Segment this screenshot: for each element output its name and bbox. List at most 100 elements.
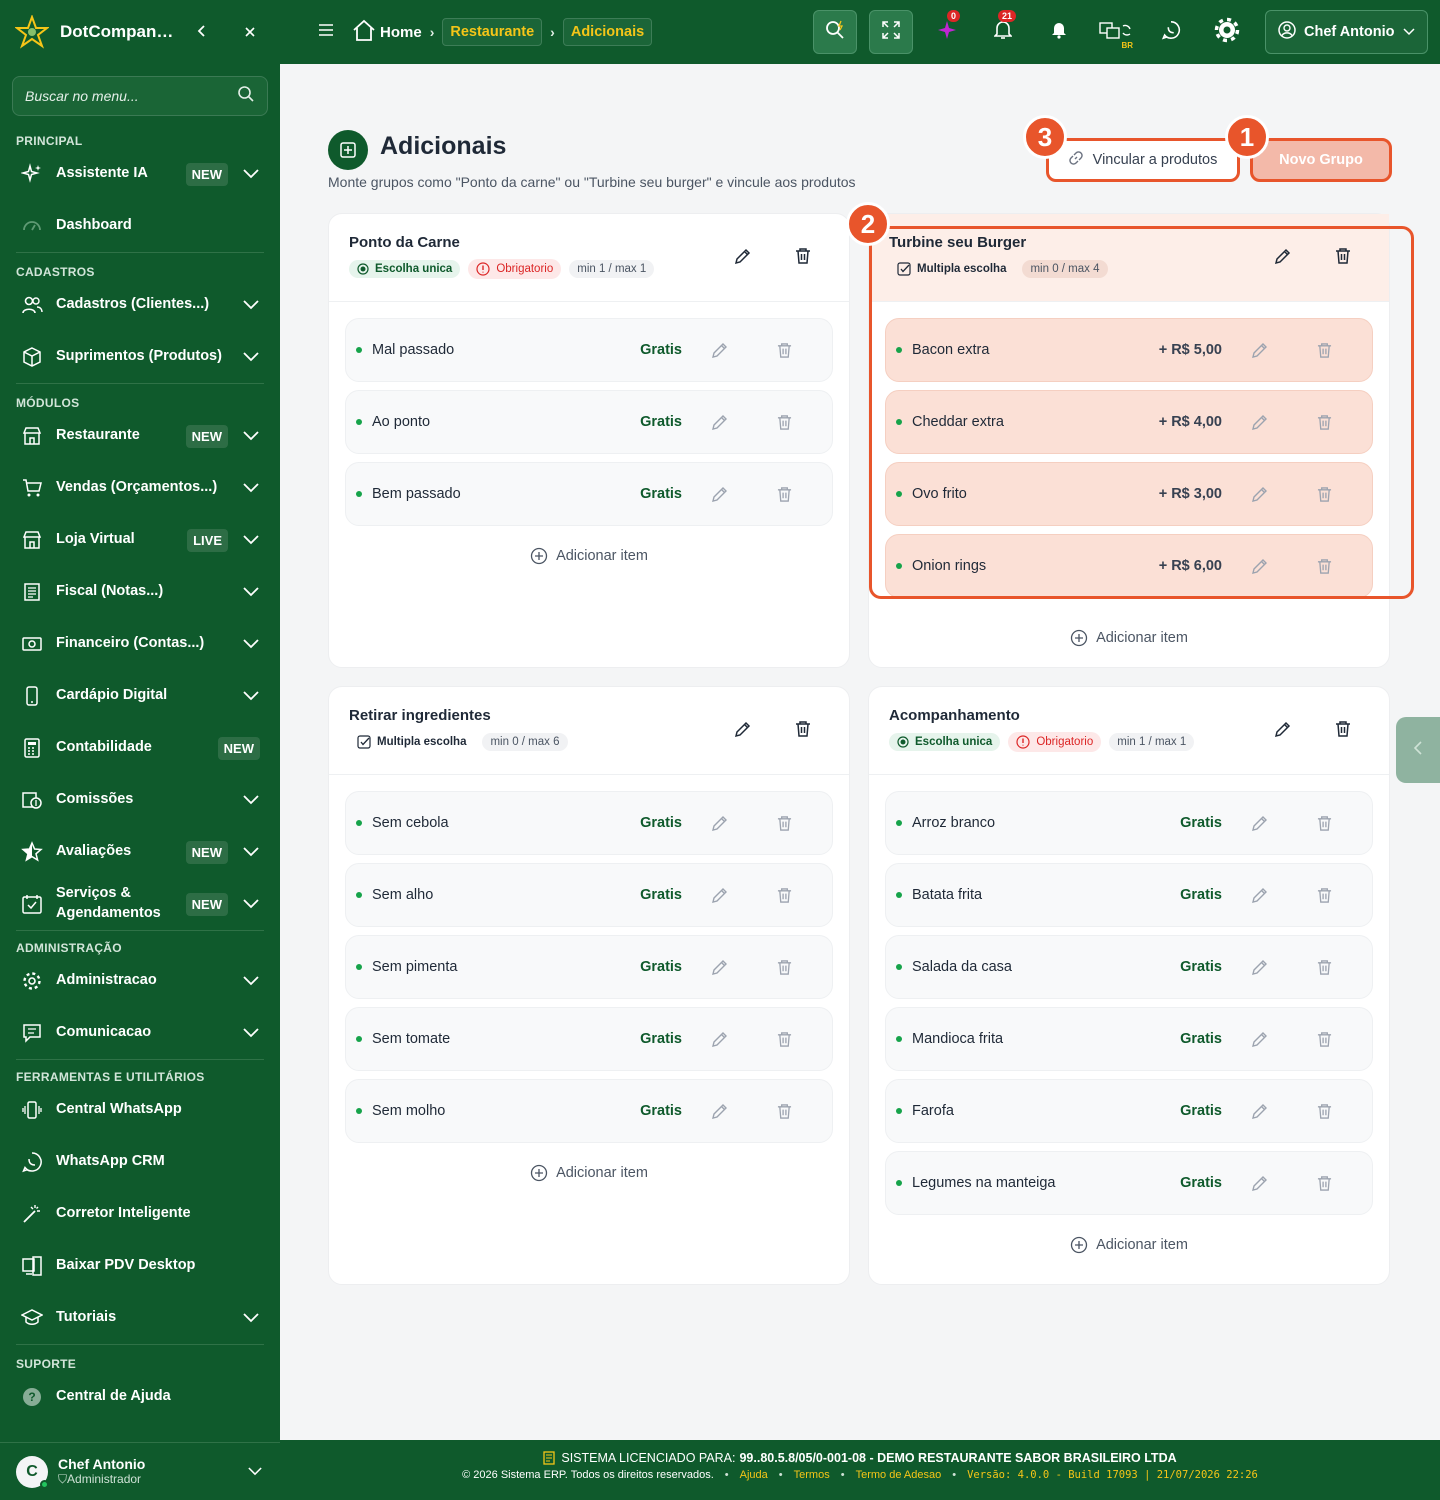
chevron-down-icon[interactable]: [242, 791, 260, 809]
delete-item-button[interactable]: [1312, 1171, 1336, 1195]
sidebar-item-contabilidade[interactable]: Contabilidade NEW: [0, 722, 280, 774]
notifications-button[interactable]: 21: [981, 10, 1025, 54]
menu-search-input[interactable]: [25, 88, 237, 104]
sidebar-item-baixar-pdv[interactable]: Baixar PDV Desktop: [0, 1240, 280, 1292]
chevron-down-icon[interactable]: [242, 1309, 260, 1327]
edit-item-button[interactable]: [708, 338, 732, 362]
delete-group-button[interactable]: [791, 717, 815, 741]
sidebar-item-servicos[interactable]: Serviços & Agendamentos NEW: [0, 878, 280, 930]
delete-item-button[interactable]: [772, 883, 796, 907]
side-panel-toggle[interactable]: [1396, 717, 1440, 783]
edit-item-button[interactable]: [708, 482, 732, 506]
edit-item-button[interactable]: [708, 811, 732, 835]
delete-item-button[interactable]: [772, 482, 796, 506]
sidebar-item-dashboard[interactable]: Dashboard: [0, 200, 280, 252]
new-group-button[interactable]: Novo Grupo: [1252, 140, 1390, 180]
breadcrumb-restaurante[interactable]: Restaurante: [442, 18, 543, 46]
fullscreen-button[interactable]: [869, 10, 913, 54]
chevron-down-icon[interactable]: [242, 531, 260, 549]
delete-item-button[interactable]: [1312, 811, 1336, 835]
edit-item-button[interactable]: [1248, 955, 1272, 979]
user-menu-button[interactable]: Chef Antonio: [1265, 10, 1428, 54]
delete-item-button[interactable]: [1312, 1027, 1336, 1051]
chevron-down-icon[interactable]: [242, 843, 260, 861]
sidebar-item-restaurante[interactable]: Restaurante NEW: [0, 410, 280, 462]
edit-item-button[interactable]: [708, 883, 732, 907]
sidebar-item-cadastros[interactable]: Cadastros (Clientes...): [0, 279, 280, 331]
close-icon[interactable]: [240, 22, 260, 43]
delete-item-button[interactable]: [772, 1027, 796, 1051]
edit-group-button[interactable]: [1271, 244, 1295, 268]
edit-item-button[interactable]: [708, 1027, 732, 1051]
sidebar-item-vendas[interactable]: Vendas (Orçamentos...): [0, 462, 280, 514]
delete-group-button[interactable]: [1331, 717, 1355, 741]
add-item-button[interactable]: Adicionar item: [329, 534, 849, 578]
chevron-down-icon[interactable]: [242, 165, 260, 183]
sidebar-item-tutoriais[interactable]: Tutoriais: [0, 1292, 280, 1344]
delete-item-button[interactable]: [1312, 955, 1336, 979]
chevron-down-icon[interactable]: [242, 687, 260, 705]
global-search-button[interactable]: [813, 10, 857, 54]
hamburger-icon[interactable]: [318, 23, 334, 42]
link-termo-adesao[interactable]: Termo de Adesao: [856, 1469, 942, 1481]
sidebar-item-comissoes[interactable]: Comissões: [0, 774, 280, 826]
edit-item-button[interactable]: [708, 410, 732, 434]
sidebar-item-assistente-ia[interactable]: Assistente IA NEW: [0, 148, 280, 200]
add-item-button[interactable]: Adicionar item: [329, 1151, 849, 1195]
edit-item-button[interactable]: [1248, 554, 1272, 578]
chevron-down-icon[interactable]: [246, 1463, 264, 1481]
edit-item-button[interactable]: [708, 955, 732, 979]
breadcrumb-adicionais[interactable]: Adicionais: [562, 18, 653, 46]
sidebar-user[interactable]: C Chef Antonio ⛉Administrador: [0, 1442, 280, 1500]
edit-group-button[interactable]: [1271, 717, 1295, 741]
edit-item-button[interactable]: [1248, 883, 1272, 907]
delete-item-button[interactable]: [1312, 1099, 1336, 1123]
sidebar-item-administracao[interactable]: Administracao: [0, 955, 280, 1007]
chevron-down-icon[interactable]: [242, 583, 260, 601]
delete-item-button[interactable]: [1312, 338, 1336, 362]
delete-group-button[interactable]: [1331, 244, 1355, 268]
link-products-button[interactable]: Vincular a produtos: [1048, 140, 1238, 180]
edit-item-button[interactable]: [1248, 410, 1272, 434]
delete-item-button[interactable]: [772, 410, 796, 434]
settings-button[interactable]: [1205, 10, 1249, 54]
delete-item-button[interactable]: [1312, 883, 1336, 907]
chevron-down-icon[interactable]: [242, 1024, 260, 1042]
ai-button[interactable]: 0: [925, 10, 969, 54]
chevron-down-icon[interactable]: [242, 635, 260, 653]
delete-item-button[interactable]: [772, 811, 796, 835]
sidebar-item-loja-virtual[interactable]: Loja Virtual LIVE: [0, 514, 280, 566]
sidebar-item-avaliacoes[interactable]: Avaliações NEW: [0, 826, 280, 878]
edit-group-button[interactable]: [731, 244, 755, 268]
edit-item-button[interactable]: [1248, 811, 1272, 835]
language-button[interactable]: BR: [1093, 10, 1137, 54]
alerts-button[interactable]: [1037, 10, 1081, 54]
delete-item-button[interactable]: [1312, 410, 1336, 434]
sidebar-item-fiscal[interactable]: Fiscal (Notas...): [0, 566, 280, 618]
chevron-down-icon[interactable]: [242, 895, 260, 913]
delete-item-button[interactable]: [772, 955, 796, 979]
link-termos[interactable]: Termos: [794, 1469, 830, 1481]
home-icon[interactable]: [352, 19, 376, 45]
chevron-down-icon[interactable]: [242, 348, 260, 366]
chevron-down-icon[interactable]: [242, 427, 260, 445]
collapse-sidebar-icon[interactable]: [192, 22, 212, 43]
sidebar-item-financeiro[interactable]: Financeiro (Contas...): [0, 618, 280, 670]
add-item-button[interactable]: Adicionar item: [869, 1223, 1389, 1267]
delete-group-button[interactable]: [791, 244, 815, 268]
search-icon[interactable]: [237, 85, 255, 108]
edit-group-button[interactable]: [731, 717, 755, 741]
whatsapp-button[interactable]: [1149, 10, 1193, 54]
sidebar-item-central-ajuda[interactable]: ? Central de Ajuda: [0, 1371, 280, 1423]
edit-item-button[interactable]: [1248, 482, 1272, 506]
sidebar-item-cardapio[interactable]: Cardápio Digital: [0, 670, 280, 722]
delete-item-button[interactable]: [1312, 554, 1336, 578]
sidebar-item-suprimentos[interactable]: Suprimentos (Produtos): [0, 331, 280, 383]
chevron-down-icon[interactable]: [242, 972, 260, 990]
edit-item-button[interactable]: [1248, 338, 1272, 362]
edit-item-button[interactable]: [1248, 1027, 1272, 1051]
add-item-button[interactable]: Adicionar item: [869, 616, 1389, 660]
delete-item-button[interactable]: [772, 338, 796, 362]
sidebar-item-corretor[interactable]: Corretor Inteligente: [0, 1188, 280, 1240]
sidebar-item-comunicacao[interactable]: Comunicacao: [0, 1007, 280, 1059]
